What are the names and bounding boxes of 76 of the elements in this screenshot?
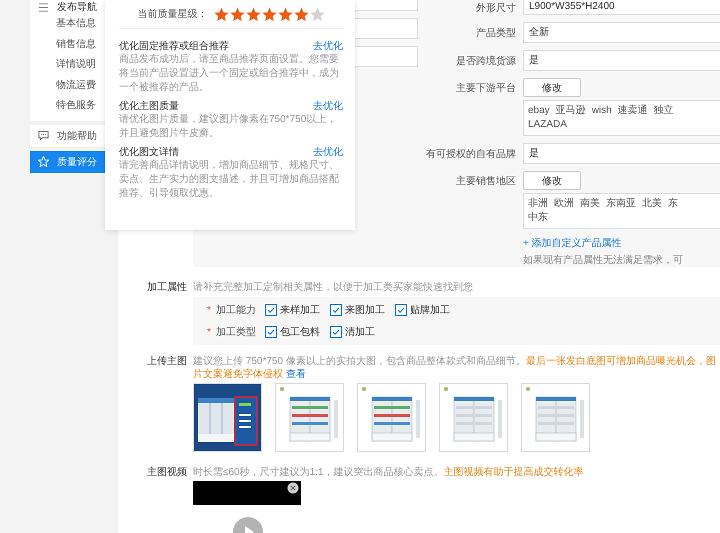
required-mark: *: [207, 326, 211, 338]
checkbox[interactable]: [264, 326, 277, 338]
option-text: 欧洲: [554, 197, 574, 211]
option-label: 来图加工: [344, 304, 385, 317]
sidebar-item[interactable]: 详情说明: [30, 55, 105, 76]
checkbox[interactable]: [394, 304, 407, 316]
option-text: 中东: [528, 211, 548, 225]
tip-text: 请完善商品详情说明，增加商品细节、规格尺寸、卖点、生产实力的图文描述，并且可增加商品搭配推荐、引导领取优惠。: [119, 159, 340, 201]
optimize-link[interactable]: 去优化: [313, 39, 343, 53]
checkbox[interactable]: [330, 304, 342, 316]
option-text: 独立: [654, 104, 674, 118]
tip-text: 商品发布成功后，请至商品推荐页面设置。您需要将当前产品设置进入一个固定或组合推荐中，成为一个被推荐的产品。: [119, 53, 340, 95]
option-text: 东: [668, 197, 678, 211]
checkbox[interactable]: [264, 304, 277, 316]
sidebar-item[interactable]: 特色服务: [30, 96, 105, 116]
option-label: 来样加工: [280, 304, 320, 317]
option-text: 东南亚: [606, 197, 636, 211]
sidebar-item[interactable]: 物流运费: [30, 76, 105, 96]
checkbox[interactable]: [330, 326, 342, 338]
checkmark-icon: [266, 327, 276, 337]
star-icon: [38, 156, 49, 167]
option-text: 北美: [642, 197, 662, 211]
option-text: ebay: [528, 104, 550, 118]
input-field[interactable]: 是: [523, 143, 720, 164]
option-text: wish: [592, 104, 612, 118]
field-label: 是否跨境货源: [455, 54, 516, 68]
tip-title: 优化图文详情: [119, 146, 179, 159]
sidebar-item[interactable]: 基本信息: [30, 14, 105, 34]
menu-icon: [38, 2, 49, 12]
checkmark-icon: [266, 305, 276, 315]
section-label: 加工属性: [147, 280, 188, 294]
video-player[interactable]: [193, 481, 301, 505]
sidebar-item[interactable]: 销售信息: [30, 34, 105, 55]
edit-button[interactable]: 修改: [523, 78, 581, 97]
input-field[interactable]: L900*W355*H2400: [523, 0, 720, 15]
field-label: 加工能力: [216, 304, 256, 317]
close-icon[interactable]: [287, 482, 299, 494]
checkmark-icon: [330, 327, 341, 337]
field-label: 外形尺寸: [475, 2, 516, 14]
field-label: 主要下游平台: [455, 82, 516, 94]
option-text: 亚马逊: [556, 104, 586, 118]
option-text: 非洲: [528, 197, 548, 211]
option-text: 南美: [580, 197, 600, 211]
guide-link[interactable]: 查看: [286, 369, 306, 380]
tip-text: 请优化图片质量，建议图片像素在750*750以上，并且避免图片牛皮癣。: [119, 113, 338, 141]
section-label: 主图视频: [147, 466, 188, 479]
field-label: 加工类型: [216, 326, 256, 339]
option-label: 清加工: [344, 326, 375, 339]
option-text: LAZADA: [528, 118, 567, 132]
tip-title: 优化固定推荐或组合推荐: [119, 40, 229, 53]
optimize-link[interactable]: 去优化: [313, 145, 343, 159]
hint-text: 建议您上传 750*750 像素以上的实拍大图，包含商品整体款式和商品细节。最后一张发白底图可增加商品曝光机会，图片文案避免字体侵权 查看: [193, 355, 717, 381]
option-label: 包工包料: [280, 326, 320, 339]
field-label: 主要销售地区: [455, 174, 516, 188]
sidebar-item[interactable]: 质量评分: [30, 150, 105, 172]
required-mark: *: [207, 304, 211, 316]
edit-button[interactable]: 修改: [523, 171, 581, 190]
option-text: 速卖通: [618, 104, 648, 118]
add-attribute-link[interactable]: + 添加自定义产品属性: [523, 236, 683, 250]
input-field[interactable]: 是: [523, 50, 720, 71]
checkmark-icon: [396, 305, 406, 315]
section-label: 上传主图: [147, 354, 188, 368]
checkmark-icon: [330, 305, 341, 315]
field-label: 有可授权的自有品牌: [425, 148, 516, 160]
option-label: 贴牌加工: [410, 304, 450, 317]
input-field[interactable]: 全新: [523, 22, 720, 43]
nav-title: 发布导航: [57, 0, 97, 14]
attribute-note: 如果现有产品属性无法满足需求，可: [523, 254, 683, 267]
hint-text: 请补充完整加工定制相关属性，以便于加工类买家能快速找到您: [193, 281, 473, 294]
star-rating-label: 当前质量星级：: [138, 8, 208, 21]
tip-title: 优化主图质量: [119, 100, 179, 113]
hint-text: 时长需≤60秒，尺寸建议为1:1，建议突出商品核心卖点。主图视频有助于提高成交转化率: [193, 466, 584, 479]
field-label: 产品类型: [475, 26, 516, 40]
chat-icon: [38, 130, 49, 141]
sidebar-item[interactable]: 功能帮助: [30, 124, 105, 146]
optimize-link[interactable]: 去优化: [313, 99, 343, 113]
